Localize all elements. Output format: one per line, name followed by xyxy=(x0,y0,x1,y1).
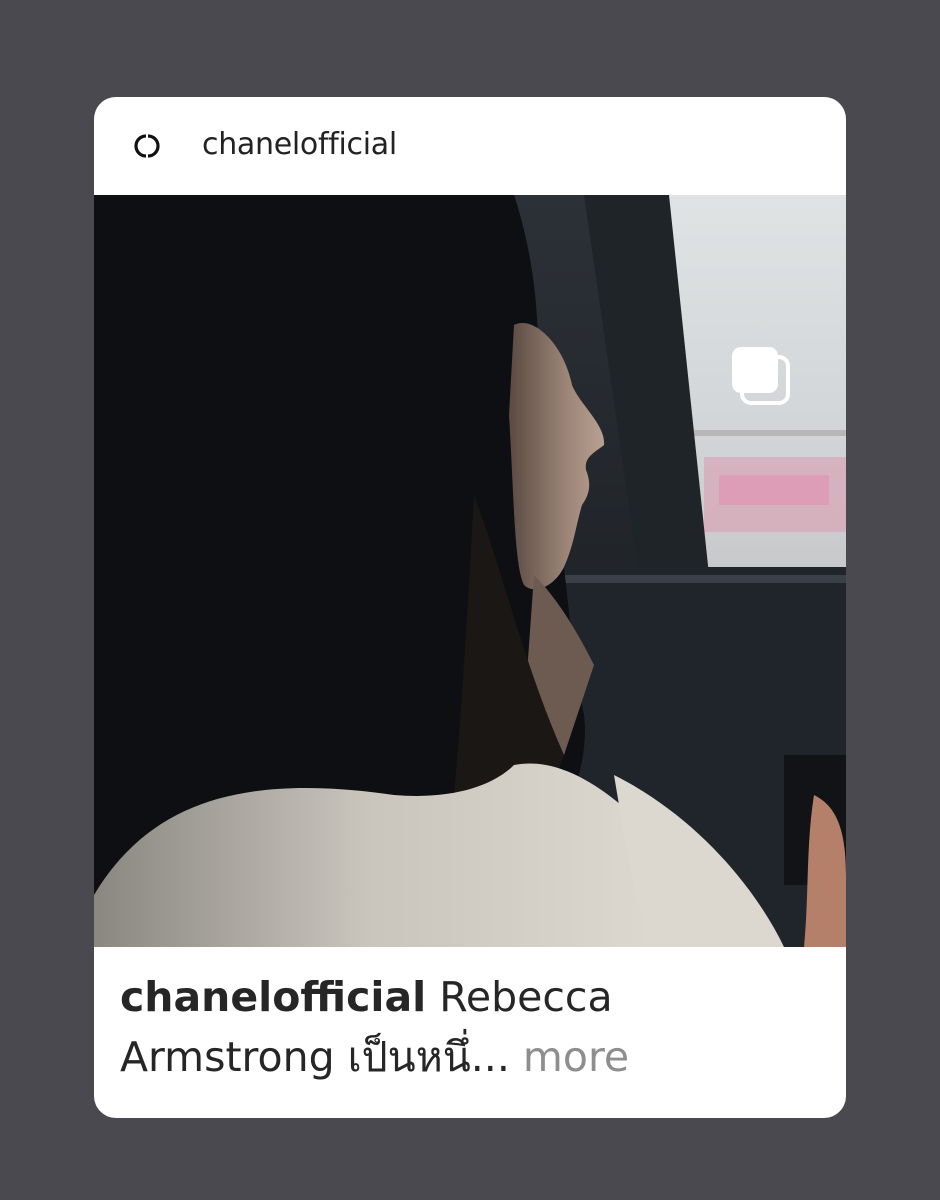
post-card: chanelofficial chanelofficial Rebecca Ar… xyxy=(94,97,846,1118)
more-link[interactable]: more xyxy=(523,1033,629,1081)
caption-text-line1: Rebecca xyxy=(439,973,613,1021)
carousel-multiple-icon xyxy=(732,347,790,405)
chanel-logo-icon[interactable] xyxy=(126,131,168,161)
caption-text-line2: Armstrong เป็นหนึ่ xyxy=(120,1033,471,1081)
photo-woman-in-car xyxy=(94,195,846,947)
caption-username[interactable]: chanelofficial xyxy=(120,973,426,1021)
post-image[interactable] xyxy=(94,195,846,947)
caption-ellipsis: ... xyxy=(470,1033,510,1081)
post-header: chanelofficial xyxy=(94,97,846,195)
header-username[interactable]: chanelofficial xyxy=(202,127,397,162)
post-caption: chanelofficial Rebecca Armstrong เป็นหนึ… xyxy=(120,967,820,1087)
